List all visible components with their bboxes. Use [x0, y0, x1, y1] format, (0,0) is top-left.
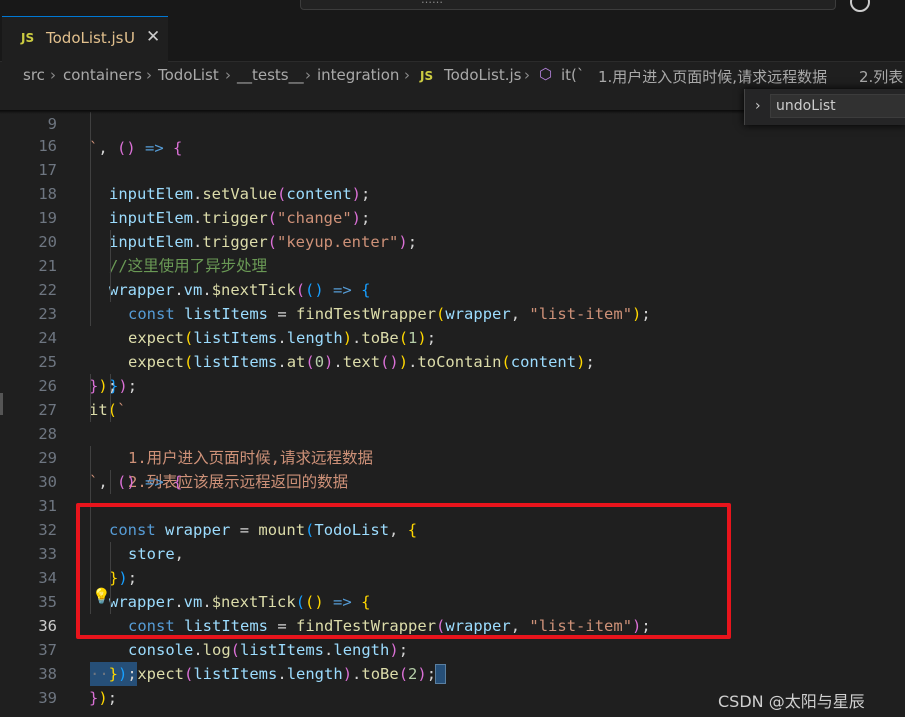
close-icon[interactable]: ✕ — [146, 27, 160, 47]
find-field[interactable] — [770, 94, 905, 118]
breadcrumb-symbol-detail: 1.用户进入页面时候,请求远程数据 — [598, 68, 828, 86]
breadcrumb-symbol[interactable]: it(` — [561, 66, 584, 84]
breadcrumb: src › containers › TodoList › __tests__ … — [0, 62, 905, 88]
tab-todolist[interactable]: JS TodoList.js U ✕ — [2, 16, 168, 62]
code-line: 25 }); — [0, 326, 905, 395]
title-bar: …… — [0, 0, 905, 16]
javascript-file-icon: JS — [21, 31, 35, 45]
line-number: 39 — [38, 689, 57, 707]
code-line: 38 }); — [0, 638, 905, 707]
chevron-right-icon: › — [146, 66, 152, 84]
code-line: 26 it(` — [0, 350, 905, 419]
command-center-search[interactable]: …… — [300, 0, 836, 10]
code-line: 27 1.用户进入页面时候,请求远程数据 — [0, 374, 905, 467]
chevron-right-icon[interactable]: › — [755, 98, 761, 114]
breadcrumb-tests[interactable]: __tests__ — [237, 66, 304, 84]
chevron-right-icon: › — [305, 66, 311, 84]
breadcrumb-integration[interactable]: integration — [317, 66, 399, 84]
find-widget: › — [744, 89, 905, 125]
method-symbol-icon: ⬡ — [539, 65, 553, 83]
breadcrumb-containers[interactable]: containers — [63, 66, 142, 84]
tab-bar: JS TodoList.js U ✕ — [0, 16, 905, 62]
watermark: CSDN @太阳与星辰 — [718, 692, 865, 711]
sash-handle[interactable] — [0, 393, 3, 415]
untracked-badge: U — [124, 29, 135, 47]
breadcrumb-src[interactable]: src — [23, 66, 45, 84]
code-line: 31 store, — [0, 470, 905, 563]
code-line: 18 inputElem.trigger("keyup.enter"); — [0, 158, 905, 251]
line-number: 9 — [47, 115, 57, 133]
code-line: 21 const listItems = findTestWrapper(wra… — [0, 230, 905, 323]
chevron-right-icon: › — [404, 66, 410, 84]
annotation-highlight-box — [76, 503, 731, 639]
chevron-right-icon: › — [524, 66, 530, 84]
find-input[interactable] — [771, 96, 905, 116]
code-line: 22 expect(listItems.length).toBe(1); — [0, 254, 905, 347]
breadcrumb-symbol-detail-2: 2.列表 — [859, 68, 904, 86]
code-line: 24 }); — [0, 302, 905, 395]
javascript-file-icon: JS — [420, 69, 434, 83]
code-line: 20 wrapper.vm.$nextTick(() => { — [0, 206, 905, 299]
code-line: 19 //这里使用了异步处理 — [0, 182, 905, 275]
breadcrumb-todolist[interactable]: TodoList — [158, 66, 219, 84]
code-line: 39 — [0, 662, 905, 707]
code-line: 30 const wrapper = mount(TodoList, { — [0, 446, 905, 539]
search-text: …… — [421, 0, 443, 6]
code-line: 29 `, () => { — [0, 422, 905, 491]
code-line: 28 2.列表应该展示远程返回的数据 — [0, 398, 905, 491]
account-icon[interactable] — [850, 0, 870, 12]
tab-label: TodoList.js — [46, 29, 124, 47]
chevron-right-icon: › — [225, 66, 231, 84]
code-line: 23 expect(listItems.at(0).text()).toCont… — [0, 278, 905, 371]
chevron-right-icon: › — [50, 66, 56, 84]
breadcrumb-file[interactable]: TodoList.js — [444, 66, 521, 84]
